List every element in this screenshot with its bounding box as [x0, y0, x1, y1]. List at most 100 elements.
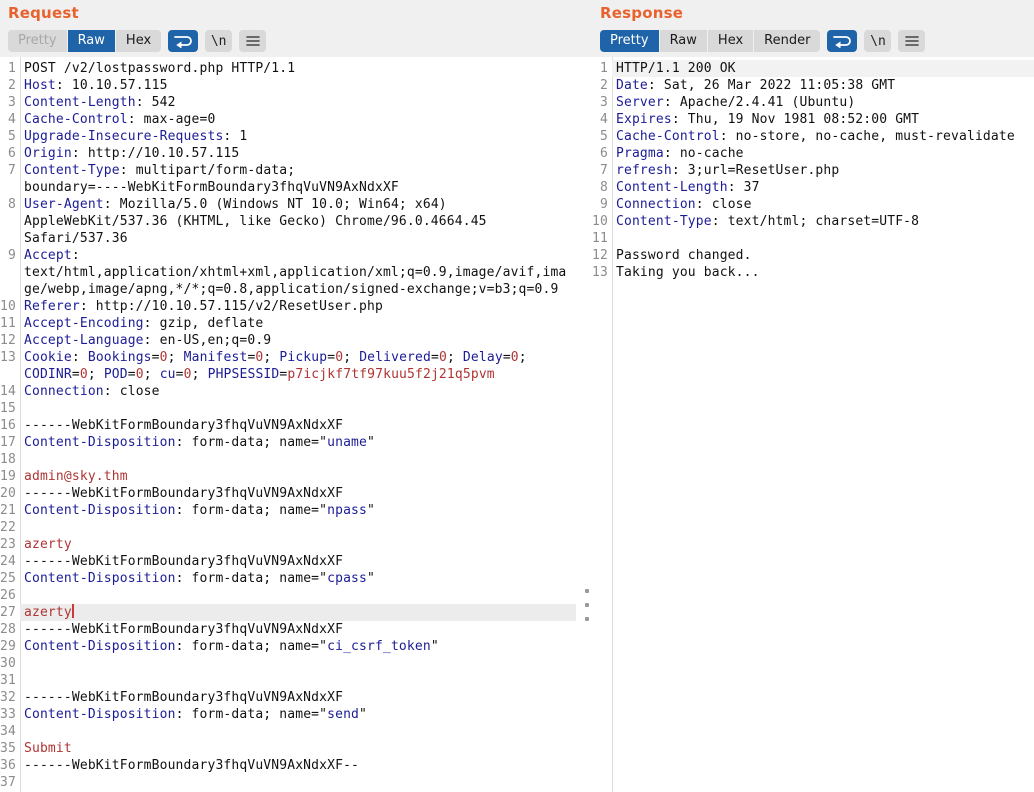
code-text: Origin: http://10.10.57.115 [20, 145, 576, 162]
code-text: HTTP/1.1 200 OK [612, 60, 1034, 77]
response-newline-toggle-button[interactable]: \n [864, 30, 891, 52]
code-line: 25Content-Disposition: form-data; name="… [0, 570, 576, 587]
request-editor-menu-button[interactable] [239, 30, 266, 52]
code-line: 9Connection: close [592, 196, 1034, 213]
code-line: 1HTTP/1.1 200 OK [592, 60, 1034, 77]
response-editor-rows: 1HTTP/1.1 200 OK2Date: Sat, 26 Mar 2022 … [592, 60, 1034, 281]
code-text [20, 400, 576, 417]
response-editor-menu-button[interactable] [898, 30, 925, 52]
request-tab-pretty[interactable]: Pretty [8, 30, 67, 52]
code-text: ge/webp,image/apng,*/*;q=0.8,application… [20, 281, 576, 298]
response-editor[interactable]: 1HTTP/1.1 200 OK2Date: Sat, 26 Mar 2022 … [592, 57, 1034, 792]
line-number: 11 [592, 230, 612, 247]
code-text: refresh: 3;url=ResetUser.php [612, 162, 1034, 179]
response-tab-render[interactable]: Render [754, 30, 820, 52]
response-tab-hex[interactable]: Hex [708, 30, 753, 52]
code-line: 13Cookie: Bookings=0; Manifest=0; Pickup… [0, 349, 576, 366]
code-line: 3Server: Apache/2.4.41 (Ubuntu) [592, 94, 1034, 111]
code-text: Content-Type: text/html; charset=UTF-8 [612, 213, 1034, 230]
code-line: 12Accept-Language: en-US,en;q=0.9 [0, 332, 576, 349]
code-text: Host: 10.10.57.115 [20, 77, 576, 94]
request-tab-raw[interactable]: Raw [68, 30, 115, 52]
line-number: 12 [0, 332, 20, 349]
code-line: 35Submit [0, 740, 576, 757]
request-wrap-lines-button[interactable] [168, 30, 198, 52]
line-number: 27 [0, 604, 20, 621]
line-number: 21 [0, 502, 20, 519]
code-line: 13Taking you back... [592, 264, 1034, 281]
response-wrap-lines-button[interactable] [827, 30, 857, 52]
code-text: azerty [20, 604, 576, 621]
code-text: ------WebKitFormBoundary3fhqVuVN9AxNdxXF [20, 485, 576, 502]
line-number: 1 [0, 60, 20, 77]
request-editor[interactable]: 1POST /v2/lostpassword.php HTTP/1.12Host… [0, 57, 576, 792]
code-text: ------WebKitFormBoundary3fhqVuVN9AxNdxXF [20, 621, 576, 638]
code-text: boundary=----WebKitFormBoundary3fhqVuVN9… [20, 179, 576, 196]
line-number: 5 [592, 128, 612, 145]
code-text: Expires: Thu, 19 Nov 1981 08:52:00 GMT [612, 111, 1034, 128]
line-number: 20 [0, 485, 20, 502]
code-line: 14Connection: close [0, 383, 576, 400]
code-text: Content-Disposition: form-data; name="se… [20, 706, 576, 723]
line-number: 29 [0, 638, 20, 655]
code-line: 2Host: 10.10.57.115 [0, 77, 576, 94]
code-line: 33Content-Disposition: form-data; name="… [0, 706, 576, 723]
line-number: 37 [0, 774, 20, 791]
code-line: 2Date: Sat, 26 Mar 2022 11:05:38 GMT [592, 77, 1034, 94]
newline-literal-label: \n [870, 34, 886, 49]
code-text: CODINR=0; POD=0; cu=0; PHPSESSID=p7icjkf… [20, 366, 576, 383]
code-text: Pragma: no-cache [612, 145, 1034, 162]
code-text: Accept: [20, 247, 576, 264]
wrap-lines-icon [832, 34, 852, 48]
code-text: ------WebKitFormBoundary3fhqVuVN9AxNdxXF [20, 689, 576, 706]
line-number [0, 281, 20, 298]
code-line: 4Cache-Control: max-age=0 [0, 111, 576, 128]
code-line: 6Pragma: no-cache [592, 145, 1034, 162]
response-tab-raw[interactable]: Raw [660, 30, 707, 52]
response-tab-pretty[interactable]: Pretty [600, 30, 659, 52]
line-number: 28 [0, 621, 20, 638]
code-line: 28------WebKitFormBoundary3fhqVuVN9AxNdx… [0, 621, 576, 638]
line-number: 12 [592, 247, 612, 264]
code-text: Cookie: Bookings=0; Manifest=0; Pickup=0… [20, 349, 576, 366]
request-newline-toggle-button[interactable]: \n [205, 30, 232, 52]
code-text [20, 774, 576, 791]
line-number: 25 [0, 570, 20, 587]
line-number: 8 [592, 179, 612, 196]
code-line: 1POST /v2/lostpassword.php HTTP/1.1 [0, 60, 576, 77]
code-line: 37 [0, 774, 576, 791]
code-text: ------WebKitFormBoundary3fhqVuVN9AxNdxXF [20, 553, 576, 570]
code-line: 18 [0, 451, 576, 468]
code-line: CODINR=0; POD=0; cu=0; PHPSESSID=p7icjkf… [0, 366, 576, 383]
request-view-tabs: Pretty Raw Hex [8, 30, 161, 52]
request-tab-hex[interactable]: Hex [116, 30, 161, 52]
line-number [0, 264, 20, 281]
code-text: admin@sky.thm [20, 468, 576, 485]
panel-splitter[interactable] [581, 589, 593, 621]
code-text [20, 723, 576, 740]
line-number: 1 [592, 60, 612, 77]
line-number [0, 213, 20, 230]
code-line: 31 [0, 672, 576, 689]
line-number: 16 [0, 417, 20, 434]
code-line: 20------WebKitFormBoundary3fhqVuVN9AxNdx… [0, 485, 576, 502]
code-text [20, 672, 576, 689]
code-text: Taking you back... [612, 264, 1034, 281]
code-text: azerty [20, 536, 576, 553]
code-line: 12Password changed. [592, 247, 1034, 264]
hamburger-menu-icon [245, 35, 261, 47]
line-number [0, 366, 20, 383]
code-text: Cache-Control: max-age=0 [20, 111, 576, 128]
code-line: 11Accept-Encoding: gzip, deflate [0, 315, 576, 332]
code-line: 17Content-Disposition: form-data; name="… [0, 434, 576, 451]
line-number: 7 [0, 162, 20, 179]
code-text [20, 451, 576, 468]
line-number: 4 [0, 111, 20, 128]
code-text: Submit [20, 740, 576, 757]
code-text: text/html,application/xhtml+xml,applicat… [20, 264, 576, 281]
line-number: 24 [0, 553, 20, 570]
code-text: Content-Length: 37 [612, 179, 1034, 196]
response-view-tabs: Pretty Raw Hex Render [600, 30, 820, 52]
code-text: Content-Type: multipart/form-data; [20, 162, 576, 179]
line-number: 2 [592, 77, 612, 94]
